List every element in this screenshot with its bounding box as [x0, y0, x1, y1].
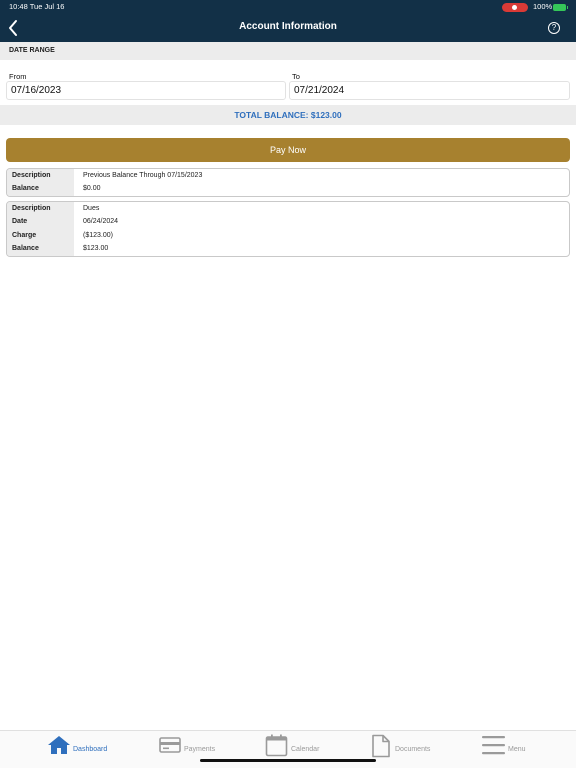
battery-icon: [553, 4, 568, 11]
date-range-section-header: DATE RANGE: [0, 42, 576, 60]
card-row: Balance $0.00: [7, 182, 569, 196]
row-value: ($123.00): [83, 231, 113, 239]
pay-now-button[interactable]: Pay Now: [6, 138, 570, 162]
row-key: Description: [7, 202, 74, 216]
page-title: Account Information: [239, 21, 337, 32]
credit-card-icon: [159, 737, 181, 753]
navigation-bar: 10:48 Tue Jul 16 100% Account Informatio…: [0, 0, 576, 42]
tab-label: Documents: [395, 746, 431, 753]
document-icon: [372, 734, 390, 758]
tab-label: Payments: [184, 746, 216, 753]
row-key: Description: [7, 169, 74, 183]
from-date-field[interactable]: 07/16/2023: [6, 81, 286, 100]
transaction-card: Description Previous Balance Through 07/…: [6, 168, 570, 197]
card-row: Description Previous Balance Through 07/…: [7, 169, 569, 183]
to-label: To: [292, 72, 300, 81]
card-row: Date 06/24/2024: [7, 215, 569, 229]
home-indicator: [200, 759, 376, 762]
row-key: Balance: [7, 242, 74, 256]
row-key: Date: [7, 215, 74, 229]
tab-calendar[interactable]: Calendar: [265, 734, 335, 761]
total-balance: TOTAL BALANCE: $123.00: [0, 105, 576, 125]
row-value: Dues: [83, 205, 100, 212]
row-value: $123.00: [83, 245, 109, 253]
status-time: 10:48 Tue Jul 16: [9, 2, 65, 11]
card-row: Charge ($123.00): [7, 228, 569, 243]
tab-documents[interactable]: Documents: [371, 734, 441, 761]
tab-label: Dashboard: [73, 746, 108, 753]
card-row: Description Dues: [7, 202, 569, 216]
row-value: Previous Balance Through 07/15/2023: [83, 172, 203, 179]
transaction-card: Description Dues Date 06/24/2024 Charge …: [6, 201, 570, 257]
battery-percentage: 100%: [533, 2, 553, 11]
row-key: Balance: [7, 182, 74, 196]
tab-payments[interactable]: Payments: [159, 735, 229, 761]
tab-menu[interactable]: Menu: [482, 735, 542, 761]
to-date-field[interactable]: 07/21/2024: [289, 81, 570, 100]
row-value: $0.00: [83, 185, 101, 193]
date-range-heading: DATE RANGE: [9, 47, 55, 54]
row-key: Charge: [7, 228, 74, 243]
tab-bar: Dashboard Payments Calendar Documents Me…: [0, 730, 576, 768]
from-label: From: [9, 72, 27, 81]
row-value: 06/24/2024: [83, 218, 119, 226]
help-icon[interactable]: ?: [548, 22, 560, 34]
screen-recording-icon: [502, 3, 528, 12]
tab-label: Calendar: [291, 746, 320, 753]
menu-icon: [482, 736, 505, 755]
tab-dashboard[interactable]: Dashboard: [47, 735, 117, 761]
card-row: Balance $123.00: [7, 242, 569, 256]
tab-label: Menu: [508, 746, 526, 753]
calendar-icon: [265, 734, 288, 757]
home-icon: [48, 736, 70, 754]
